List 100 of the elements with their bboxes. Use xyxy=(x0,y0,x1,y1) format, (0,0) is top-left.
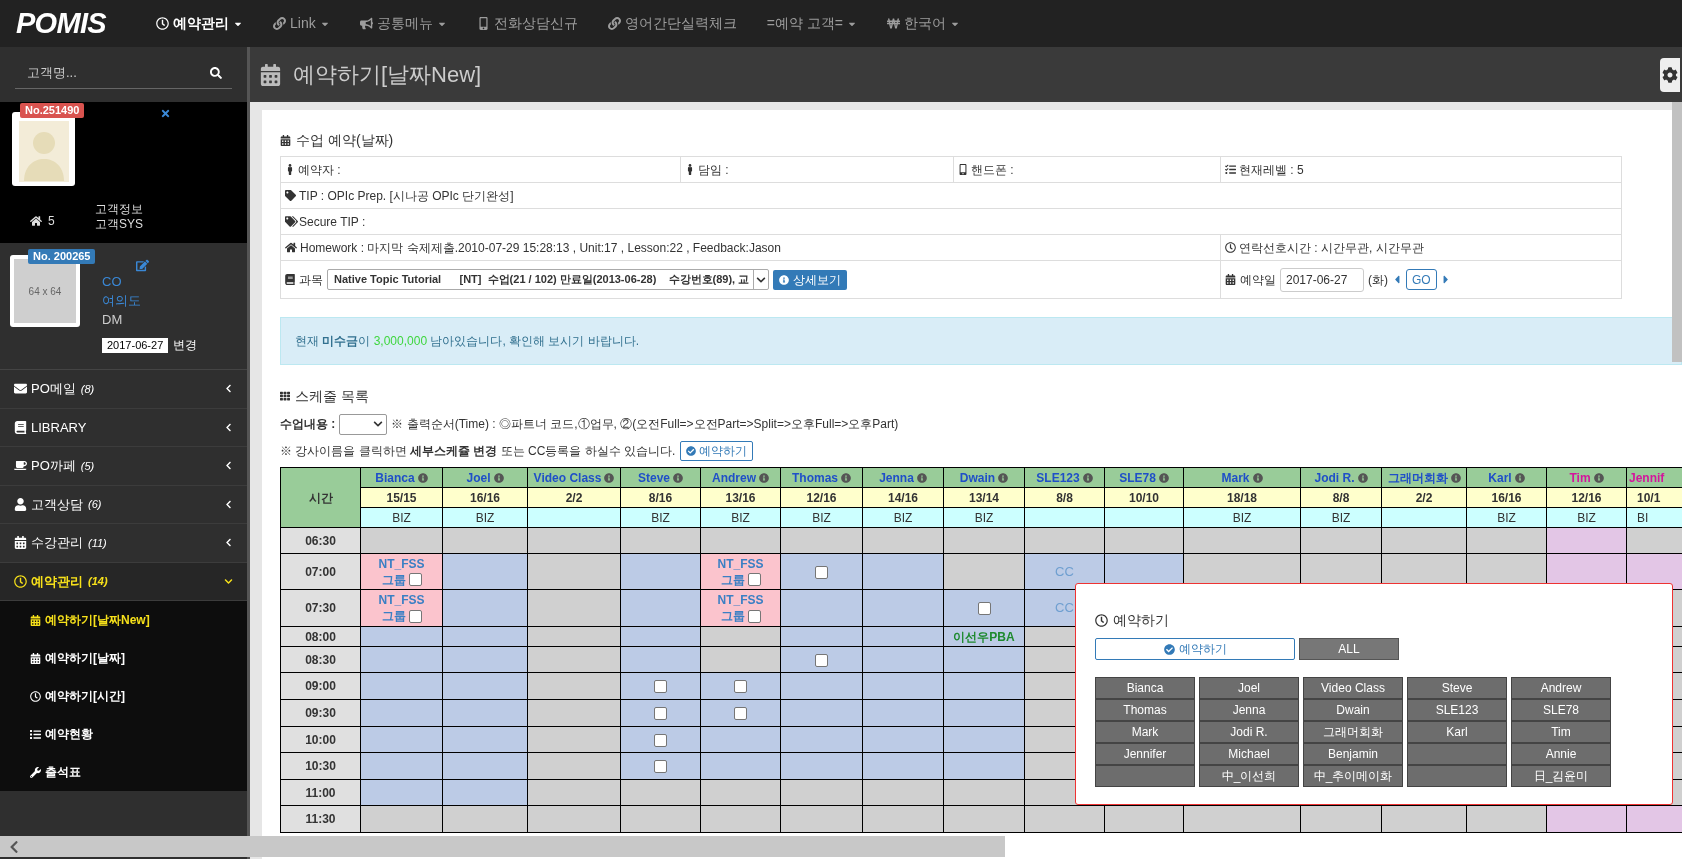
checkbox[interactable] xyxy=(734,707,747,721)
nav-menu-item[interactable]: 한국어 xyxy=(886,13,960,34)
teacher-button[interactable]: 中_추이메이화 xyxy=(1303,765,1403,787)
teacher-button[interactable]: Dwain xyxy=(1303,699,1403,721)
info-icon[interactable] xyxy=(1252,472,1263,483)
teacher-name[interactable]: 그래머회화 xyxy=(1387,468,1448,487)
teacher-header[interactable]: Bianca xyxy=(360,467,443,488)
go-button[interactable]: GO xyxy=(1406,269,1437,290)
info-icon[interactable] xyxy=(1593,472,1604,483)
teacher-name[interactable]: Dwain xyxy=(959,468,996,487)
sidebar-submenu-item[interactable]: 예약현황 xyxy=(0,715,247,753)
teacher-button[interactable]: Tim xyxy=(1511,721,1611,743)
scroll-left-icon[interactable] xyxy=(8,839,20,854)
info-icon[interactable] xyxy=(604,472,615,483)
teacher-button[interactable]: Jodi R. xyxy=(1199,721,1299,743)
info-icon[interactable] xyxy=(916,472,927,483)
course-select[interactable]: Native Topic Tutorial [NT] 수업(21 / 102) 만료일(2013-06-28) 수강번호(89), 교 xyxy=(327,269,770,290)
teacher-name[interactable]: Video Class xyxy=(533,468,602,487)
teacher-header[interactable]: Jodi R. xyxy=(1300,467,1382,488)
sidebar-menu-item[interactable]: LIBRARY xyxy=(0,408,247,447)
teacher-name[interactable]: Mark xyxy=(1221,468,1250,487)
info-icon[interactable] xyxy=(1450,472,1461,483)
info-icon[interactable] xyxy=(1158,472,1169,483)
nav-menu-item[interactable]: 영어간단실력체크 xyxy=(607,13,737,34)
teacher-button[interactable]: 中_이선희 xyxy=(1199,765,1299,787)
class-type-select[interactable] xyxy=(339,413,388,435)
close-icon[interactable] xyxy=(160,108,171,119)
nav-menu-item[interactable]: Link xyxy=(273,13,330,34)
horizontal-scrollbar[interactable] xyxy=(0,836,1005,857)
teacher-button[interactable]: Steve xyxy=(1407,677,1507,699)
teacher-button[interactable]: Andrew xyxy=(1511,677,1611,699)
change-link[interactable]: 변경 xyxy=(173,336,198,354)
info-icon[interactable] xyxy=(417,472,428,483)
teacher-header[interactable]: Thomas xyxy=(780,467,863,488)
info-icon[interactable] xyxy=(841,472,851,483)
teacher-header[interactable]: Karl xyxy=(1466,467,1547,488)
teacher-button[interactable]: Benjamin xyxy=(1303,743,1403,765)
nav-menu-item[interactable]: 전화상담신규 xyxy=(476,13,578,34)
checkbox[interactable] xyxy=(815,653,828,667)
sidebar-submenu-item[interactable]: 출석표 xyxy=(0,753,247,791)
teacher-name[interactable]: Tim xyxy=(1569,468,1591,487)
checkbox[interactable] xyxy=(654,733,667,747)
all-button[interactable]: ALL xyxy=(1299,638,1399,660)
detail-button[interactable]: 상세보기 xyxy=(773,269,848,290)
sidebar-menu-item[interactable]: PO까페 (5) xyxy=(0,447,247,486)
info-icon[interactable] xyxy=(759,472,769,483)
nav-menu-item[interactable]: 예약관리 xyxy=(156,13,243,34)
info-icon[interactable] xyxy=(1082,472,1093,483)
teacher-button[interactable]: Video Class xyxy=(1303,677,1403,699)
teacher-header[interactable]: Jenna xyxy=(862,467,944,488)
teacher-button[interactable]: Joel xyxy=(1199,677,1299,699)
teacher-name[interactable]: Jennif xyxy=(1629,468,1665,487)
teacher-name[interactable]: Bianca xyxy=(375,468,415,487)
teacher-header[interactable]: Andrew xyxy=(700,467,781,488)
sidebar-submenu-item[interactable]: 예약하기[날짜New] xyxy=(0,601,247,639)
teacher-button[interactable]: Jennifer xyxy=(1095,743,1195,765)
vertical-scrollbar[interactable] xyxy=(1672,102,1682,362)
teacher-header[interactable]: Joel xyxy=(442,467,528,488)
checkbox[interactable] xyxy=(977,602,991,616)
teacher-name[interactable]: SLE123 xyxy=(1036,468,1080,487)
teacher-header[interactable]: Dwain xyxy=(943,467,1025,488)
logo[interactable]: POMIS xyxy=(16,1,142,46)
teacher-button[interactable]: Annie xyxy=(1511,743,1611,765)
checkbox[interactable] xyxy=(654,680,667,694)
date-field[interactable]: 2017-06-27 xyxy=(1280,267,1364,292)
teacher-name[interactable]: Jenna xyxy=(879,468,914,487)
teacher-button[interactable]: SLE78 xyxy=(1511,699,1611,721)
customer-link[interactable]: 여의도 xyxy=(102,291,198,310)
teacher-header[interactable]: Video Class xyxy=(527,467,621,488)
teacher-header[interactable]: 그래머회화 xyxy=(1381,467,1467,488)
nav-menu-item[interactable]: 공통메뉴 xyxy=(359,13,447,34)
info-icon[interactable] xyxy=(998,472,1009,483)
settings-button[interactable] xyxy=(1660,57,1680,92)
teacher-name[interactable]: SLE78 xyxy=(1119,468,1156,487)
profile-link[interactable]: 고객SYS xyxy=(95,217,143,232)
teacher-button[interactable]: Bianca xyxy=(1095,677,1195,699)
book-button[interactable]: 예약하기 xyxy=(1095,638,1295,660)
checkbox[interactable] xyxy=(734,680,747,694)
date-field[interactable]: 2017-06-27 xyxy=(102,337,169,353)
profile-link[interactable]: 고객정보 xyxy=(95,202,143,217)
teacher-name[interactable]: Steve xyxy=(638,468,670,487)
teacher-name[interactable]: Thomas xyxy=(792,468,838,487)
checkbox[interactable] xyxy=(654,707,667,721)
sidebar-menu-item[interactable]: 수강관리 (11) xyxy=(0,524,247,563)
teacher-button[interactable]: Mark xyxy=(1095,721,1195,743)
checkbox[interactable] xyxy=(408,573,422,586)
teacher-header[interactable]: SLE78 xyxy=(1104,467,1184,488)
sidebar-submenu-item[interactable]: 예약하기[시간] xyxy=(0,677,247,715)
info-icon[interactable] xyxy=(673,472,683,483)
sidebar-menu-item[interactable]: 고객상담 (6) xyxy=(0,485,247,524)
previous-icon[interactable] xyxy=(1392,273,1402,286)
info-icon[interactable] xyxy=(1514,472,1525,483)
search-icon[interactable] xyxy=(210,66,222,79)
sidebar-menu-item[interactable]: PO메일 (8) xyxy=(0,370,247,409)
book-button[interactable]: 예약하기 xyxy=(680,441,754,461)
teacher-header[interactable]: SLE123 xyxy=(1024,467,1105,488)
teacher-name[interactable]: Karl xyxy=(1488,468,1512,487)
teacher-name[interactable]: Andrew xyxy=(712,468,756,487)
search-field[interactable]: 고객명... xyxy=(27,62,210,83)
teacher-name[interactable]: Joel xyxy=(466,468,491,487)
